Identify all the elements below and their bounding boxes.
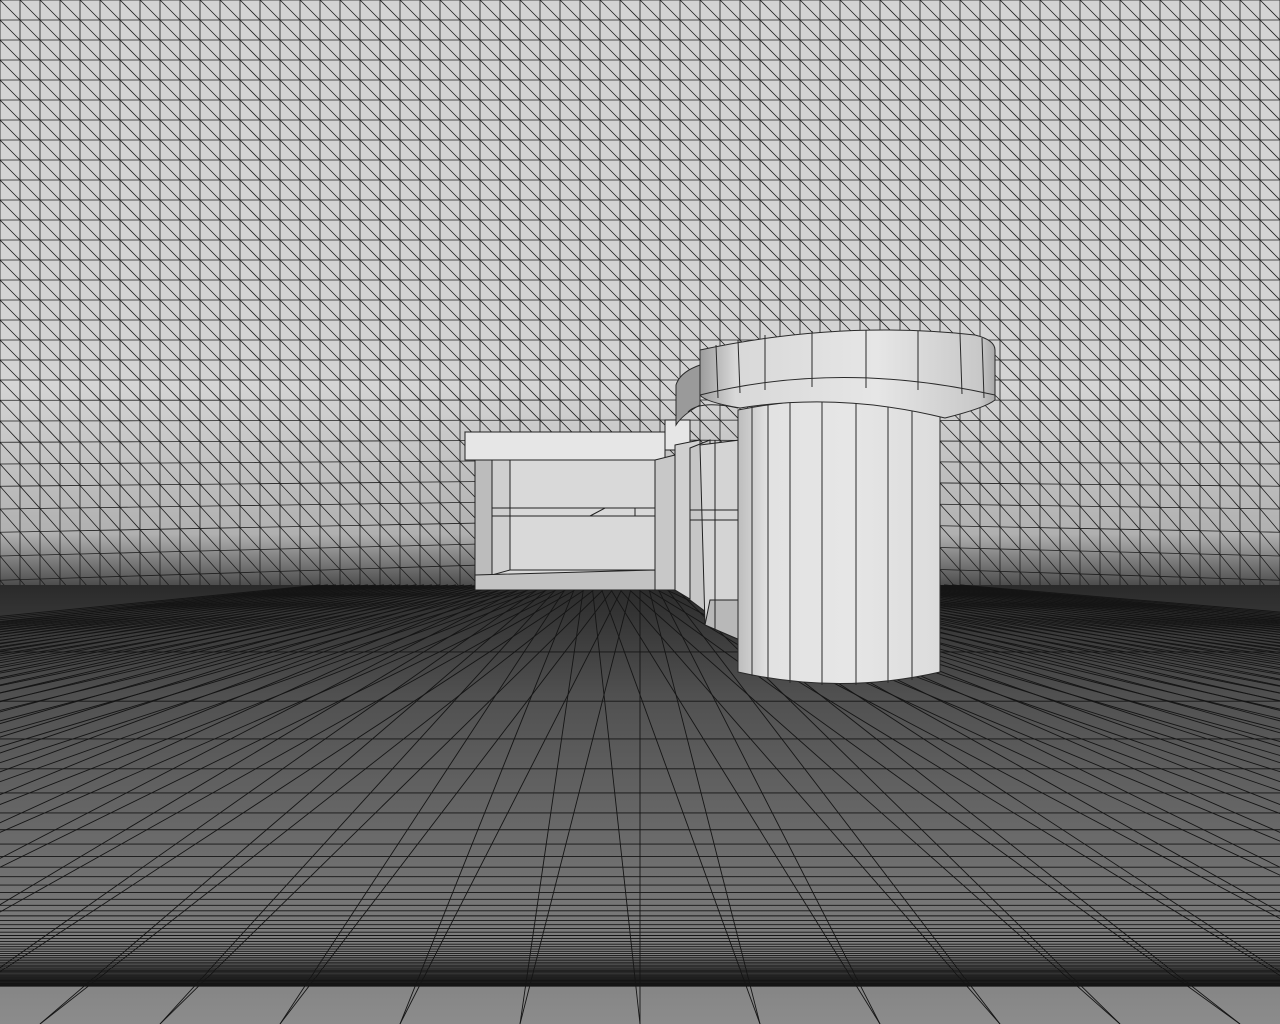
cylinder-column[interactable]	[737, 395, 941, 685]
box-module[interactable]	[464, 431, 676, 592]
scene-canvas[interactable]	[0, 0, 1280, 1024]
3d-viewport[interactable]	[0, 0, 1280, 1024]
